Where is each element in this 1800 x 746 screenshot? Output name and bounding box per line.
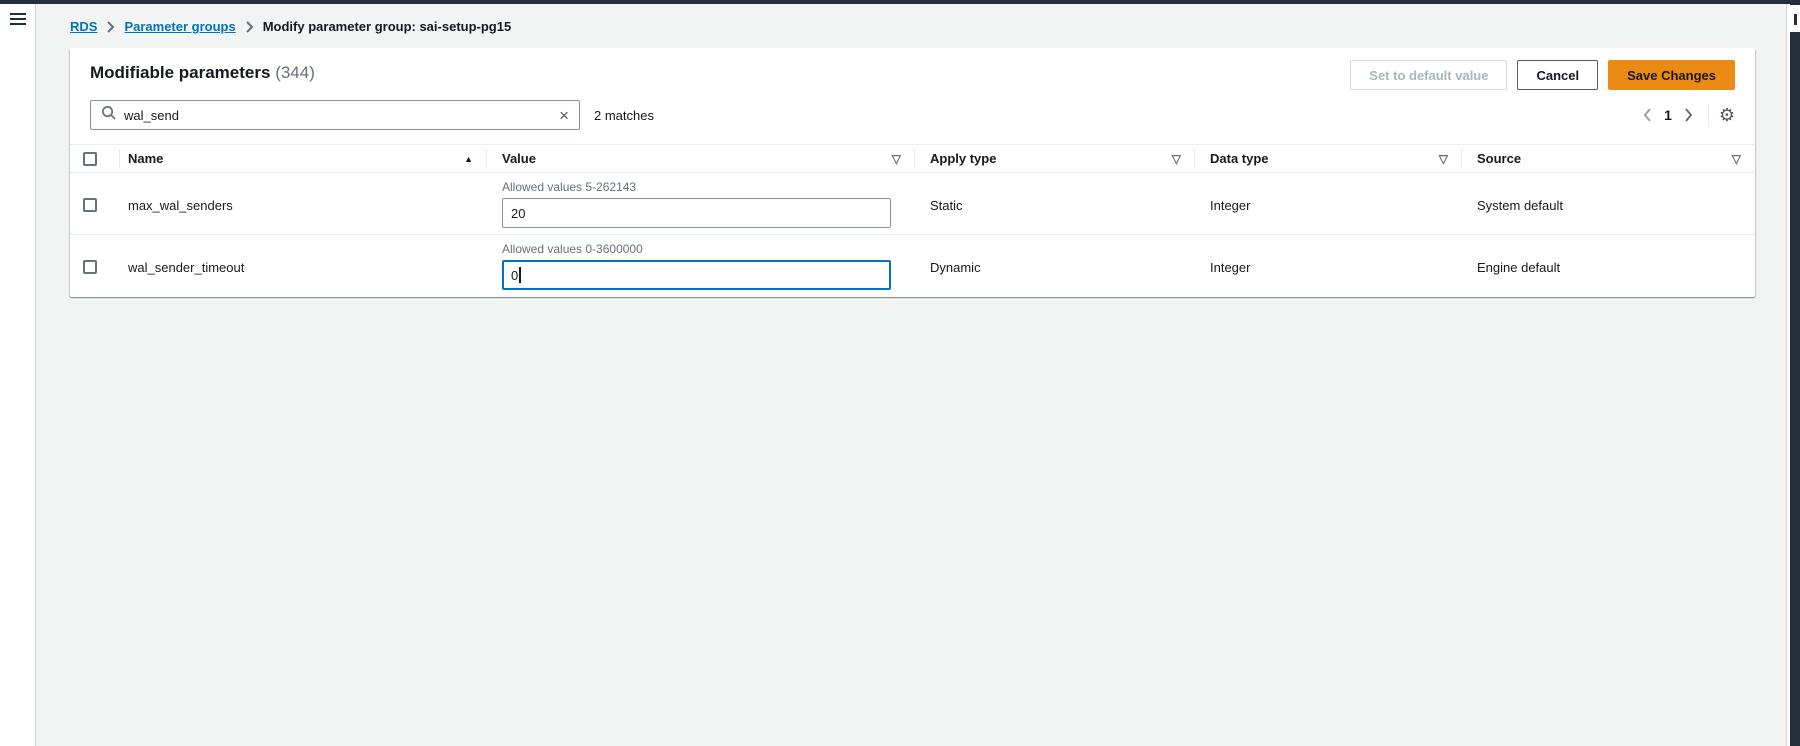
- apply-type-cell: Dynamic: [915, 260, 1195, 275]
- table-row: wal_sender_timeout Allowed values 0-3600…: [70, 235, 1755, 297]
- modifiable-parameters-panel: Modifiable parameters (344) Set to defau…: [70, 48, 1755, 297]
- parameter-value-cell: Allowed values 5-262143: [487, 173, 915, 237]
- table-row: max_wal_senders Allowed values 5-262143 …: [70, 173, 1755, 235]
- cancel-button[interactable]: Cancel: [1517, 60, 1598, 90]
- column-header-data-type[interactable]: Data type ▽: [1195, 145, 1462, 172]
- parameter-name: max_wal_senders: [120, 198, 487, 213]
- parameters-table: Name ▲ Value ▽ Apply type ▽ Data type ▽ …: [70, 144, 1755, 297]
- source-cell: Engine default: [1462, 260, 1755, 275]
- row-select-cell: [70, 235, 120, 299]
- clear-search-icon[interactable]: ×: [559, 107, 569, 124]
- breadcrumb: RDS Parameter groups Modify parameter gr…: [70, 19, 511, 34]
- collapsed-nav-sidebar: [0, 4, 36, 746]
- pagination-divider: [1708, 104, 1709, 126]
- settings-gear-icon[interactable]: ⚙: [1719, 106, 1735, 124]
- info-panel-edge-icon[interactable]: [1790, 5, 1800, 32]
- search-input[interactable]: [124, 108, 551, 123]
- pagination: 1 ⚙: [1636, 104, 1735, 126]
- select-all-cell: [70, 145, 120, 172]
- apply-type-cell: Static: [915, 198, 1195, 213]
- page-number[interactable]: 1: [1658, 107, 1678, 123]
- sort-filter-icon[interactable]: ▽: [1732, 152, 1741, 166]
- breadcrumb-link-rds[interactable]: RDS: [70, 19, 97, 34]
- value-input-focused[interactable]: [502, 260, 891, 290]
- chevron-right-icon: [245, 21, 254, 33]
- parameter-search-box: ×: [90, 100, 580, 130]
- allowed-values-hint: Allowed values 0-3600000: [502, 242, 891, 256]
- select-all-checkbox[interactable]: [83, 152, 97, 166]
- data-type-cell: Integer: [1195, 198, 1462, 213]
- data-type-cell: Integer: [1195, 260, 1462, 275]
- parameter-value-cell: Allowed values 0-3600000: [487, 235, 915, 299]
- breadcrumb-link-parameter-groups[interactable]: Parameter groups: [124, 19, 235, 34]
- set-to-default-button[interactable]: Set to default value: [1350, 60, 1507, 90]
- column-header-apply-type[interactable]: Apply type ▽: [915, 145, 1195, 172]
- menu-icon[interactable]: [10, 13, 26, 25]
- row-select-cell: [70, 173, 120, 237]
- chevron-right-icon: [106, 21, 115, 33]
- previous-page-icon[interactable]: [1636, 104, 1658, 126]
- info-panel-edge: [1790, 4, 1800, 746]
- parameter-count: (344): [275, 63, 315, 82]
- panel-header: Modifiable parameters (344) Set to defau…: [70, 48, 1755, 90]
- search-icon: [101, 105, 116, 125]
- sort-filter-icon[interactable]: ▽: [1172, 152, 1181, 166]
- save-changes-button[interactable]: Save Changes: [1608, 60, 1735, 90]
- breadcrumb-current: Modify parameter group: sai-setup-pg15: [263, 19, 511, 34]
- text-caret: [519, 267, 521, 283]
- header-actions: Set to default value Cancel Save Changes: [1350, 60, 1735, 90]
- parameter-name: wal_sender_timeout: [120, 260, 487, 275]
- table-header-row: Name ▲ Value ▽ Apply type ▽ Data type ▽ …: [70, 145, 1755, 173]
- sort-ascending-icon[interactable]: ▲: [464, 154, 473, 164]
- source-cell: System default: [1462, 198, 1755, 213]
- row-checkbox[interactable]: [83, 198, 97, 212]
- column-header-name[interactable]: Name ▲: [120, 145, 487, 172]
- page-title: Modifiable parameters (344): [90, 60, 315, 86]
- column-header-source[interactable]: Source ▽: [1462, 145, 1755, 172]
- allowed-values-hint: Allowed values 5-262143: [502, 180, 891, 194]
- next-page-icon[interactable]: [1678, 104, 1700, 126]
- sort-filter-icon[interactable]: ▽: [892, 152, 901, 166]
- row-checkbox[interactable]: [83, 260, 97, 274]
- match-count: 2 matches: [594, 108, 654, 123]
- column-header-value[interactable]: Value ▽: [487, 145, 915, 172]
- value-input[interactable]: [502, 198, 891, 228]
- page-title-text: Modifiable parameters: [90, 63, 270, 82]
- top-edge-bar: [0, 0, 1800, 4]
- sort-filter-icon[interactable]: ▽: [1439, 152, 1448, 166]
- table-toolbar: × 2 matches 1 ⚙: [70, 100, 1755, 130]
